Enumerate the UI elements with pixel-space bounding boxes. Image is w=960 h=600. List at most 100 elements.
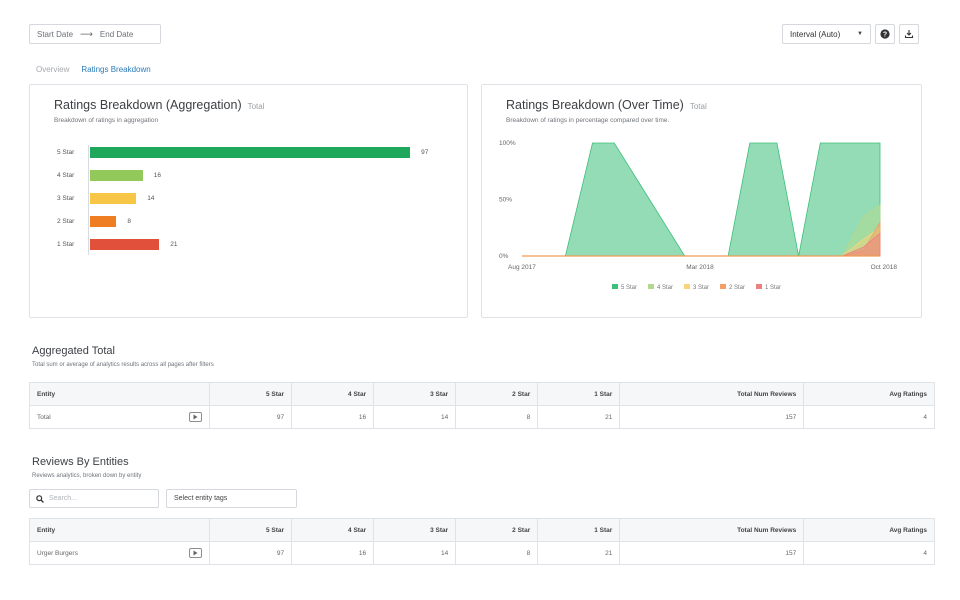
entities-table: Entity 5 Star 4 Star 3 Star 2 Star 1 Sta… [29,518,935,565]
x-tick-label: Mar 2018 [686,264,714,271]
entities-title: Reviews By Entities [32,456,129,468]
search-icon [36,494,44,503]
play-icon [193,414,198,420]
tab-overview[interactable]: Overview [36,65,69,74]
table-cell: 14 [373,541,457,565]
col-3-star[interactable]: 3 Star [373,382,457,406]
bar-label-4-star: 4 Star [57,172,75,179]
aggregated-table: Entity 5 Star 4 Star 3 Star 2 Star 1 Sta… [29,382,935,429]
bar-3-star[interactable] [90,193,137,204]
bar-value-1-star: 21 [170,241,178,248]
start-date-label: Start Date [37,29,74,39]
table-cell: 16 [291,405,375,429]
table-cell: 157 [619,541,805,565]
table-cell: 16 [291,541,375,565]
bar-value-5-star: 97 [421,149,429,156]
bar-value-3-star: 14 [147,195,155,202]
bar-row-2-star: 2 Star 8 [30,216,460,228]
legend-swatch-3-star [684,284,690,289]
play-button[interactable] [189,548,202,558]
entity-tags-label: Select entity tags [174,495,228,502]
overtime-card: Ratings Breakdown (Over Time) Total Break… [481,84,922,318]
legend-swatch-5-star [612,284,618,289]
aggregation-title-text: Ratings Breakdown (Aggregation) [54,98,242,112]
download-icon [904,30,914,39]
aggregation-title-suffix: Total [247,102,265,111]
y-tick-label: 50% [499,197,512,204]
y-tick-label: 0% [499,253,509,260]
col-1-star[interactable]: 1 Star [537,382,621,406]
entity-name: Urger Burgers [37,549,78,557]
col-2-star[interactable]: 2 Star [455,518,539,542]
col-5-star[interactable]: 5 Star [208,382,293,406]
col-3-star[interactable]: 3 Star [373,518,457,542]
search-input[interactable]: Search... [29,489,159,508]
table-cell: 4 [803,541,935,565]
col-entity[interactable]: Entity [29,518,210,542]
bar-label-3-star: 3 Star [57,195,75,202]
ratings-area-chart: 100% 50% 0% Aug 2017 Mar 2018 Oct 2018 5 Star 4… [499,140,898,291]
col-4-star[interactable]: 4 Star [291,382,375,406]
play-button[interactable] [189,412,202,422]
entity-tags-select[interactable]: Select entity tags [166,489,297,508]
entity-name: Total [37,413,51,421]
table-cell: 8 [455,405,539,429]
table-cell: 21 [537,541,621,565]
table-header-row: Entity 5 Star 4 Star 3 Star 2 Star 1 Sta… [29,518,935,542]
aggregation-card: Ratings Breakdown (Aggregation) Total Bre… [29,84,468,318]
col-entity[interactable]: Entity [29,382,210,406]
col-4-star[interactable]: 4 Star [291,518,375,542]
legend-label-3-star[interactable]: 3 Star [693,285,709,291]
aggregated-title: Aggregated Total [32,345,115,357]
col-total-reviews[interactable]: Total Num Reviews [619,382,805,406]
aggregation-title: Ratings Breakdown (Aggregation) Total [54,98,265,112]
col-1-star[interactable]: 1 Star [537,518,621,542]
bar-5-star[interactable] [90,147,411,158]
legend-swatch-2-star [720,284,726,289]
bar-label-2-star: 2 Star [57,218,75,225]
arrow-right-icon: ⟶ [80,28,93,39]
interval-value: Interval (Auto) [790,29,841,39]
legend-swatch-1-star [756,284,762,289]
entity-cell: Urger Burgers [29,541,210,565]
col-5-star[interactable]: 5 Star [208,518,293,542]
download-button[interactable] [899,24,919,44]
bar-1-star[interactable] [90,239,160,250]
bar-4-star[interactable] [90,170,143,181]
col-avg-ratings[interactable]: Avg Ratings [803,382,935,406]
help-icon: ? [880,29,890,39]
table-cell: 8 [455,541,539,565]
table-row: Total 97 16 14 8 21 157 4 [29,405,935,429]
table-cell: 21 [537,405,621,429]
table-cell: 97 [208,541,293,565]
x-tick-label: Oct 2018 [871,264,898,271]
legend-label-4-star[interactable]: 4 Star [657,285,673,291]
play-icon [193,550,198,556]
bar-row-1-star: 1 Star 21 [30,239,460,251]
date-range-picker[interactable]: Start Date ⟶ End Date [29,24,161,44]
legend-label-5-star[interactable]: 5 Star [621,285,637,291]
caret-down-icon: ▼ [857,31,863,37]
y-tick-label: 100% [499,140,516,147]
table-row[interactable]: Urger Burgers 97 16 14 8 21 157 4 [29,541,935,565]
bar-label-1-star: 1 Star [57,241,75,248]
legend-label-2-star[interactable]: 2 Star [729,285,745,291]
help-button[interactable]: ? [875,24,895,44]
bar-row-5-star: 5 Star 97 [30,147,460,159]
col-2-star[interactable]: 2 Star [455,382,539,406]
table-cell: 4 [803,405,935,429]
search-placeholder: Search... [49,495,78,502]
tab-ratings-breakdown[interactable]: Ratings Breakdown [81,65,150,74]
area-5-star [522,142,881,257]
bar-2-star[interactable] [90,216,117,227]
table-cell: 157 [619,405,805,429]
col-avg-ratings[interactable]: Avg Ratings [803,518,935,542]
legend-swatch-4-star [648,284,654,289]
interval-select[interactable]: Interval (Auto) ▼ [782,24,871,44]
bar-row-4-star: 4 Star 16 [30,170,460,182]
aggregation-subtitle: Breakdown of ratings in aggregation [54,117,159,124]
col-total-reviews[interactable]: Total Num Reviews [619,518,805,542]
legend-label-1-star[interactable]: 1 Star [765,285,781,291]
entities-subtitle: Reviews analytics, broken down by entity [32,473,142,479]
analytics-page: Start Date ⟶ End Date Interval (Auto) ▼ … [0,0,960,600]
